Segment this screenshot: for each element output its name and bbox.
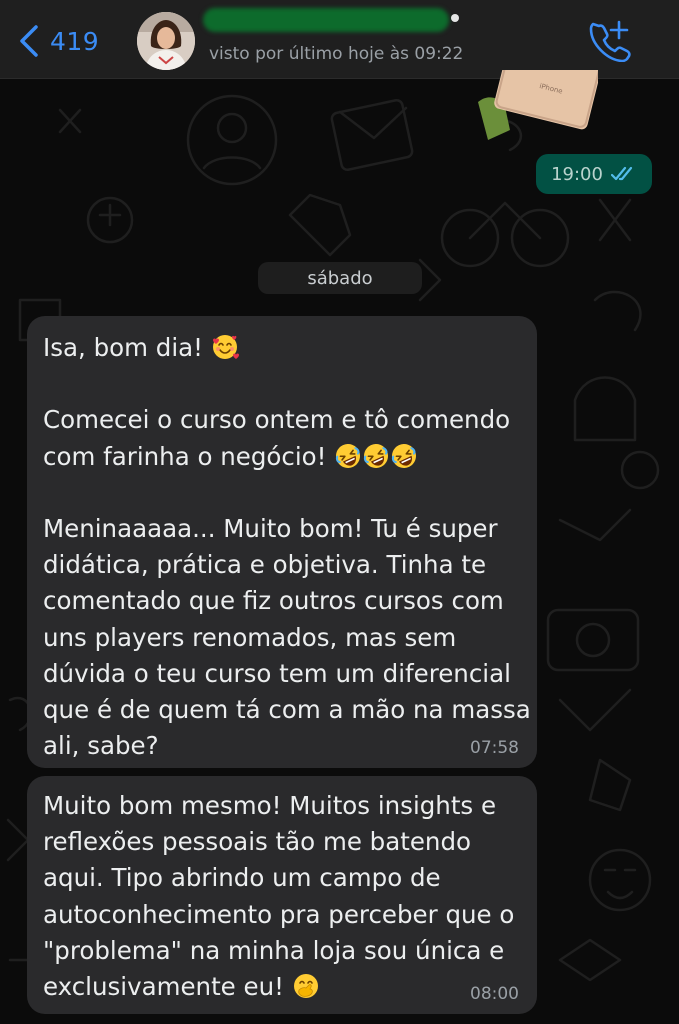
message-greeting: Isa, bom dia! xyxy=(43,333,203,362)
message-paragraph: Comecei o curso ontem e tô comendo com f… xyxy=(43,405,518,471)
face-with-hand-over-mouth-icon xyxy=(292,972,320,1000)
last-seen-status: visto por último hoje às 09:22 xyxy=(209,44,464,64)
media-thumbnail[interactable]: iPhone xyxy=(478,70,598,142)
rolling-on-floor-laughing-icon xyxy=(390,442,418,470)
avatar-image xyxy=(137,12,195,70)
message-time: 08:00 xyxy=(470,984,519,1004)
chevron-left-icon xyxy=(20,25,38,57)
contact-avatar[interactable] xyxy=(137,12,195,70)
date-divider: sábado xyxy=(258,262,422,294)
message-text: Muito bom mesmo! Muitos insights e refle… xyxy=(43,788,531,1005)
smiling-face-with-hearts-icon xyxy=(211,333,239,361)
double-check-read-icon xyxy=(610,166,633,181)
chat-header: 419 visto por último hoje às 09:22 xyxy=(0,0,679,79)
contact-name-redacted[interactable] xyxy=(203,8,449,32)
unread-count: 419 xyxy=(50,26,100,56)
rolling-on-floor-laughing-icon xyxy=(362,442,390,470)
message-time: 07:58 xyxy=(470,738,519,758)
phone-plus-icon[interactable] xyxy=(589,18,633,62)
incoming-message-bubble[interactable]: Isa, bom dia! Comecei o curso ontem e tô… xyxy=(27,316,537,768)
back-button[interactable]: 419 xyxy=(18,22,99,60)
redaction-dot xyxy=(451,14,459,22)
rolling-on-floor-laughing-icon xyxy=(334,442,362,470)
incoming-message-bubble[interactable]: Muito bom mesmo! Muitos insights e refle… xyxy=(27,776,537,1014)
message-body: Muito bom mesmo! Muitos insights e refle… xyxy=(43,791,523,1002)
outgoing-message-bubble[interactable]: 19:00 xyxy=(536,154,652,194)
message-paragraph: Meninaaaaa... Muito bom! Tu é super didá… xyxy=(43,514,539,761)
message-text: Isa, bom dia! Comecei o curso ontem e tô… xyxy=(43,330,531,764)
message-time: 19:00 xyxy=(551,163,603,185)
